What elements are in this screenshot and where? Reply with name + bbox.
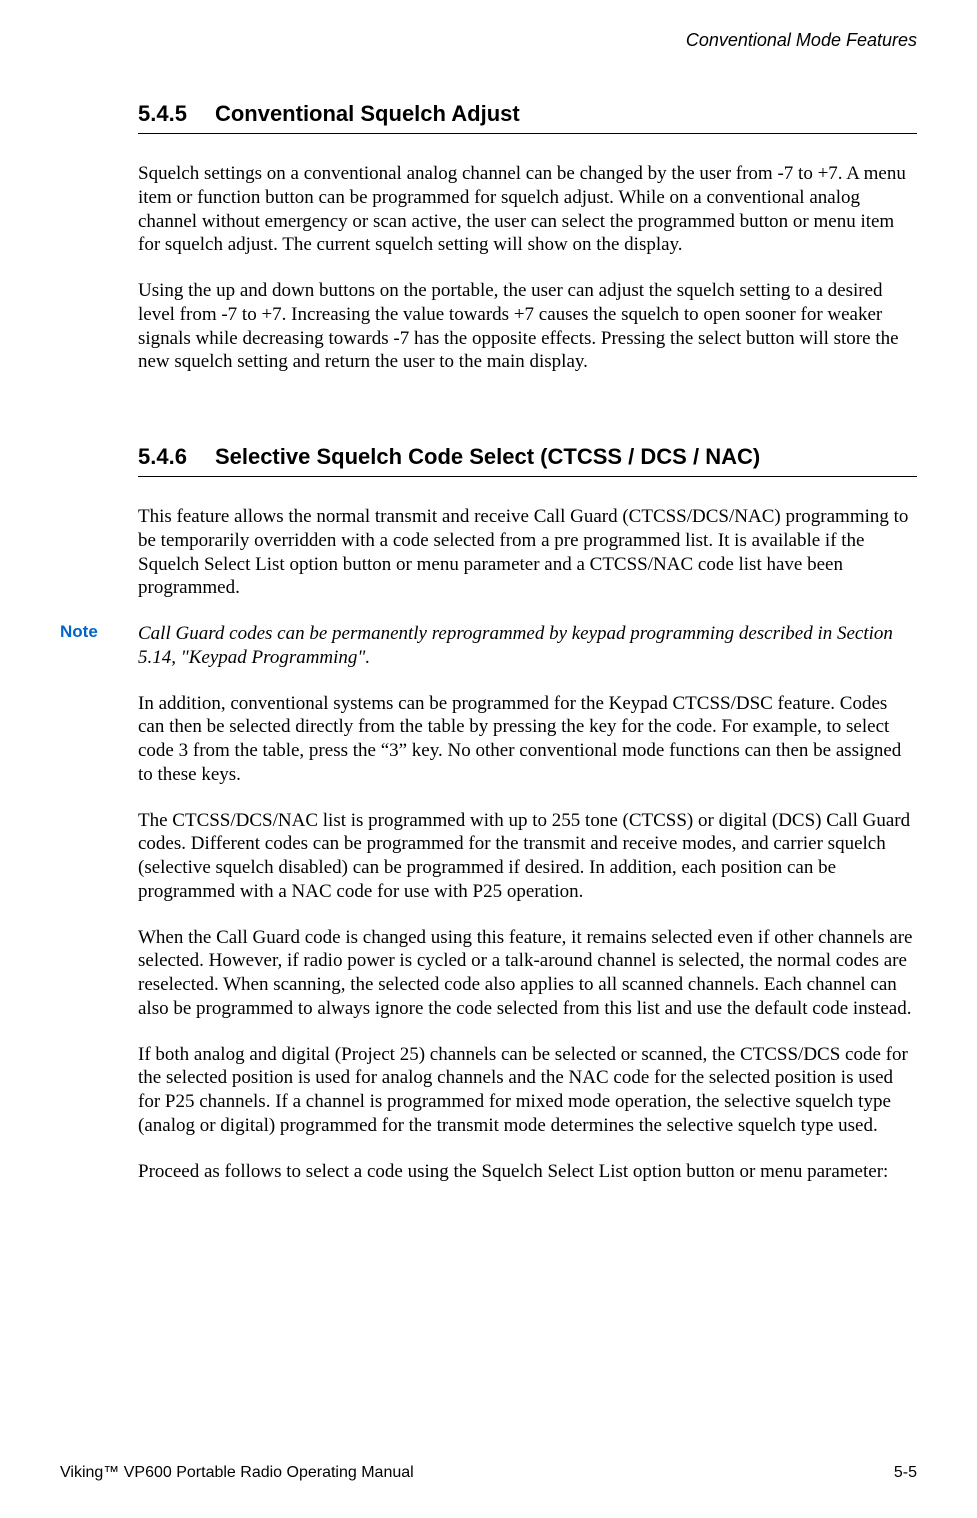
section-title-546: Selective Squelch Code Select (CTCSS / D…	[215, 444, 760, 470]
section-number-546: 5.4.6	[138, 444, 187, 470]
running-title: Conventional Mode Features	[686, 30, 917, 50]
heading-rule	[138, 476, 917, 477]
heading-rule	[138, 133, 917, 134]
heading-546: 5.4.6 Selective Squelch Code Select (CTC…	[138, 444, 917, 470]
paragraph: Using the up and down buttons on the por…	[138, 279, 917, 374]
paragraph: When the Call Guard code is changed usin…	[138, 926, 917, 1021]
running-header: Conventional Mode Features	[60, 30, 917, 51]
note-block: Note Call Guard codes can be permanently…	[138, 622, 917, 670]
paragraph: In addition, conventional systems can be…	[138, 692, 917, 787]
content-area: 5.4.5 Conventional Squelch Adjust Squelc…	[60, 101, 917, 1183]
section-gap	[138, 396, 917, 444]
page-footer: Viking™ VP600 Portable Radio Operating M…	[60, 1464, 917, 1482]
footer-left: Viking™ VP600 Portable Radio Operating M…	[60, 1464, 414, 1482]
paragraph: Proceed as follows to select a code usin…	[138, 1160, 917, 1184]
paragraph: If both analog and digital (Project 25) …	[138, 1043, 917, 1138]
heading-545: 5.4.5 Conventional Squelch Adjust	[138, 101, 917, 127]
paragraph: Squelch settings on a conventional analo…	[138, 162, 917, 257]
note-label: Note	[60, 622, 98, 642]
paragraph: The CTCSS/DCS/NAC list is programmed wit…	[138, 809, 917, 904]
paragraph: This feature allows the normal transmit …	[138, 505, 917, 600]
page-container: Conventional Mode Features 5.4.5 Convent…	[0, 0, 977, 1518]
footer-right: 5-5	[894, 1464, 917, 1482]
section-number-545: 5.4.5	[138, 101, 187, 127]
section-title-545: Conventional Squelch Adjust	[215, 101, 520, 127]
note-text: Call Guard codes can be permanently repr…	[138, 622, 917, 670]
